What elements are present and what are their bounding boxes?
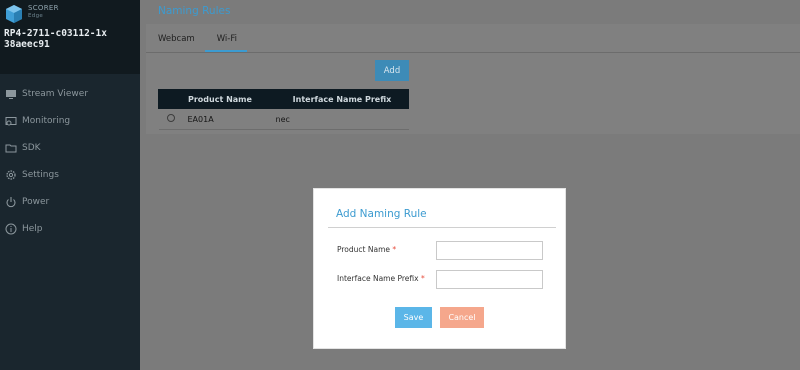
sidebar-item-label: Help <box>22 223 43 234</box>
sidebar-item-label: SDK <box>22 142 41 153</box>
sidebar-item-stream-viewer[interactable]: Stream Viewer <box>0 80 140 107</box>
device-id-line1: RP4-2711-c03112-1x <box>4 28 107 39</box>
sidebar-item-power[interactable]: Power <box>0 188 140 215</box>
monitoring-icon <box>5 115 17 127</box>
sidebar-item-help[interactable]: Help <box>0 215 140 242</box>
sidebar-header: SCORER Edge RP4-2711-c03112-1x 38aeec91 <box>0 0 140 74</box>
gear-icon <box>5 169 17 181</box>
tab-wifi[interactable]: Wi-Fi <box>204 30 247 52</box>
cancel-button[interactable]: Cancel <box>440 307 484 328</box>
column-header-product-name: Product Name <box>182 89 271 109</box>
modal-title: Add Naming Rule <box>336 208 427 220</box>
brand-name: SCORER <box>28 4 59 12</box>
product-name-label: Product Name * <box>337 245 396 254</box>
add-button[interactable]: Add <box>375 60 409 81</box>
brand: SCORER Edge <box>28 4 59 20</box>
prefix-cell: nec <box>270 108 409 130</box>
interface-prefix-label: Interface Name Prefix * <box>337 274 425 283</box>
add-naming-rule-modal: Add Naming Rule Product Name * Interface… <box>313 188 566 349</box>
sidebar-nav: Stream Viewer Monitoring SDK Settings Po… <box>0 80 140 242</box>
row-radio-button[interactable] <box>166 114 175 122</box>
sidebar-item-label: Settings <box>22 169 59 180</box>
required-mark: * <box>420 274 425 283</box>
tab-bar: Webcam Wi-Fi <box>146 30 247 52</box>
power-icon <box>5 196 17 208</box>
modal-divider <box>328 227 556 228</box>
sidebar-item-label: Stream Viewer <box>22 88 89 99</box>
info-icon <box>5 223 17 235</box>
sidebar-item-settings[interactable]: Settings <box>0 161 140 188</box>
folder-icon <box>5 142 17 154</box>
product-name-label-text: Product Name <box>337 245 390 254</box>
sidebar: SCORER Edge RP4-2711-c03112-1x 38aeec91 … <box>0 0 140 370</box>
top-bar: Naming Rules <box>140 0 800 24</box>
column-header-interface-prefix: Interface Name Prefix <box>270 89 409 109</box>
sidebar-item-sdk[interactable]: SDK <box>0 134 140 161</box>
sidebar-item-label: Monitoring <box>22 115 71 126</box>
product-name-cell: EA01A <box>182 108 271 130</box>
table-row[interactable]: EA01A nec <box>158 108 409 130</box>
interface-prefix-input[interactable] <box>436 270 543 289</box>
device-id: RP4-2711-c03112-1x 38aeec91 <box>4 28 107 50</box>
device-id-line2: 38aeec91 <box>4 39 50 50</box>
monitor-icon <box>5 88 17 100</box>
tab-divider <box>146 52 800 53</box>
table-header-row: Product Name Interface Name Prefix <box>158 89 409 109</box>
brand-sub: Edge <box>28 13 44 19</box>
product-name-input[interactable] <box>436 241 543 260</box>
page-title: Naming Rules <box>158 5 231 17</box>
scorer-logo-icon <box>6 5 22 23</box>
sidebar-item-monitoring[interactable]: Monitoring <box>0 107 140 134</box>
column-header-select <box>158 89 183 109</box>
row-select-cell <box>158 108 183 130</box>
tab-webcam[interactable]: Webcam <box>146 30 205 52</box>
naming-rules-table: Product Name Interface Name Prefix EA01A… <box>158 89 409 130</box>
interface-prefix-label-text: Interface Name Prefix <box>337 274 419 283</box>
save-button[interactable]: Save <box>395 307 432 328</box>
required-mark: * <box>392 245 397 254</box>
sidebar-item-label: Power <box>22 196 50 207</box>
